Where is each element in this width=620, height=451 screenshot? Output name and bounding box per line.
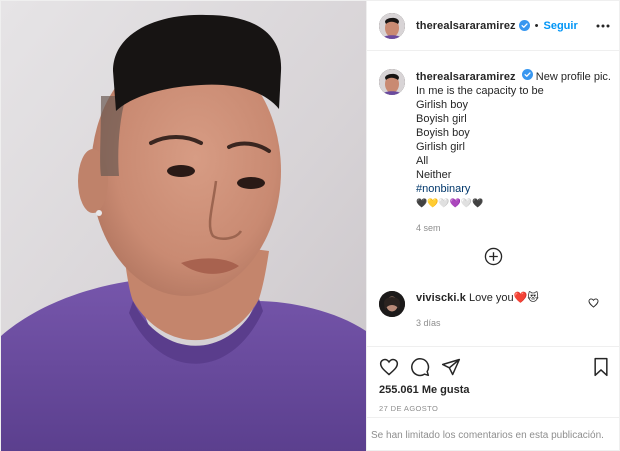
send-icon[interactable] xyxy=(441,357,461,377)
author-avatar[interactable] xyxy=(379,12,405,39)
follow-button[interactable]: Seguir xyxy=(544,20,578,32)
comments-limited-notice: Se han limitado los comentarios en esta … xyxy=(367,417,620,451)
header-separator: • xyxy=(534,19,539,32)
caption-line: Girlish girl xyxy=(416,141,465,153)
comments-limited-text: Se han limitado los comentarios en esta … xyxy=(371,429,604,441)
comment-body: vivisckі.k Love you❤️😻 3 días xyxy=(416,291,539,330)
caption-time: 4 sem xyxy=(416,223,441,233)
verified-badge-icon xyxy=(521,69,533,80)
caption-author-avatar[interactable] xyxy=(379,69,405,95)
caption-emoji-line: 🖤💛🤍💜🤍🖤 xyxy=(416,198,484,208)
likes-count[interactable]: 255.061 Me gusta xyxy=(379,384,470,396)
caption-body: therealsararamirez New profile pic. In m… xyxy=(416,69,611,235)
post-caption: therealsararamirez New profile pic. In m… xyxy=(379,69,614,235)
post-photo[interactable] xyxy=(1,1,366,451)
comment-icon[interactable] xyxy=(410,357,430,377)
heart-outline-icon[interactable] xyxy=(588,298,599,308)
instagram-post: therealsararamirez • Seguir therealsarar… xyxy=(0,0,620,451)
bookmark-icon[interactable] xyxy=(591,357,611,377)
more-options-icon[interactable] xyxy=(596,20,610,32)
plus-circle-icon[interactable] xyxy=(484,247,503,266)
comment-item: vivisckі.k Love you❤️😻 3 días xyxy=(379,291,614,330)
post-sidebar: therealsararamirez • Seguir therealsarar… xyxy=(366,1,620,451)
comment-text: Love you❤️😻 xyxy=(469,292,539,304)
caption-line: All xyxy=(416,155,429,167)
caption-line: New profile pic. xyxy=(535,71,611,83)
selfie-image xyxy=(1,1,366,451)
caption-line: Boyish girl xyxy=(416,113,467,125)
hashtag-link[interactable]: #nonbinary xyxy=(416,182,611,196)
commenter-username[interactable]: vivisckі.k xyxy=(416,292,466,304)
caption-username[interactable]: therealsararamirez xyxy=(416,71,516,83)
post-date[interactable]: 27 DE AGOSTO xyxy=(379,404,438,413)
caption-line: Girlish boy xyxy=(416,99,468,111)
post-header: therealsararamirez • Seguir xyxy=(367,1,620,51)
verified-badge-icon xyxy=(518,20,530,31)
comment-time: 3 días xyxy=(416,318,441,328)
heart-icon[interactable] xyxy=(379,357,399,377)
post-actions: 255.061 Me gusta 27 DE AGOSTO xyxy=(367,346,620,416)
author-username[interactable]: therealsararamirez xyxy=(416,20,516,32)
caption-line: Neither xyxy=(416,169,452,181)
caption-line: Boyish boy xyxy=(416,127,470,139)
commenter-avatar[interactable] xyxy=(379,291,405,317)
caption-first-line: therealsararamirez New profile pic. xyxy=(416,69,611,84)
caption-line: In me is the capacity to be xyxy=(416,85,544,97)
